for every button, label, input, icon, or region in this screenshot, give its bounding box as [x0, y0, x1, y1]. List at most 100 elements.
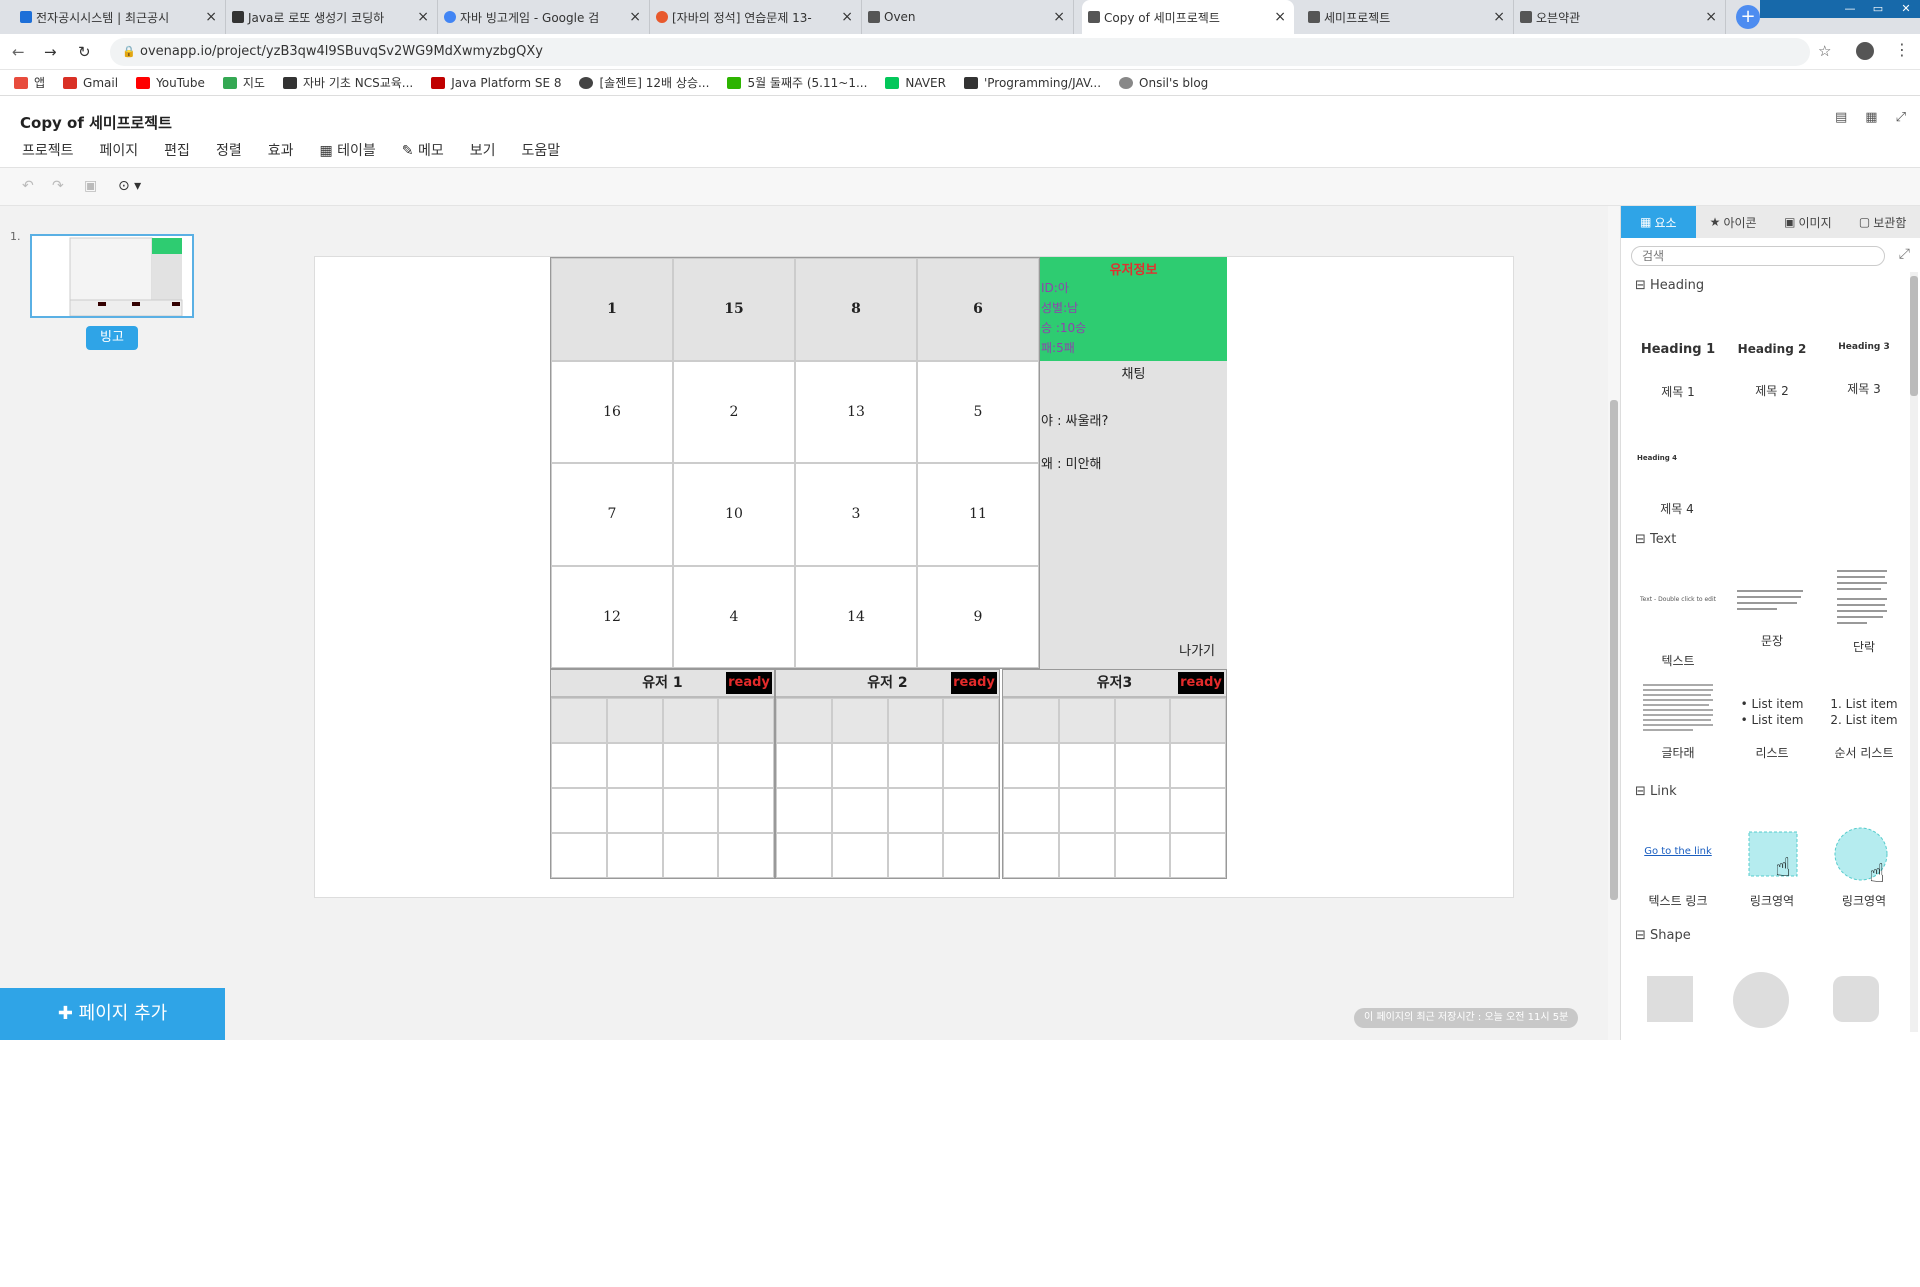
tab-images[interactable]: ▣ 이미지	[1771, 206, 1846, 238]
bookmark-item[interactable]: Java Platform SE 8	[431, 76, 561, 90]
bookmark-apps[interactable]: 앱	[14, 74, 45, 91]
bingo-cell[interactable]: 13	[795, 360, 917, 463]
link-area-item[interactable]: ☝ 링크영역	[1727, 826, 1817, 909]
close-icon[interactable]: ×	[1053, 9, 1065, 25]
exit-button[interactable]: 나가기	[1179, 640, 1215, 659]
circle-shape[interactable]	[1733, 972, 1789, 1028]
bookmark-youtube[interactable]: YouTube	[136, 76, 205, 90]
browser-tab[interactable]: 세미프로젝트 ×	[1302, 0, 1514, 34]
rectangle-shape[interactable]	[1647, 976, 1693, 1022]
url-input[interactable]: 🔒 ovenapp.io/project/yzB3qw4l9SBuvqSv2WG9…	[110, 38, 1810, 66]
ready-badge[interactable]: ready	[951, 672, 997, 694]
menu-memo[interactable]: ✎ 메모	[402, 140, 444, 160]
section-heading[interactable]: ⊟ Heading	[1635, 278, 1704, 293]
bingo-cell[interactable]: 3	[795, 463, 917, 566]
ordered-list-element[interactable]: 1. List item 2. List item 순서 리스트	[1819, 696, 1909, 761]
section-link[interactable]: ⊟ Link	[1635, 784, 1677, 799]
section-text[interactable]: ⊟ Text	[1635, 532, 1676, 547]
bookmark-item[interactable]: 5월 둘째주 (5.11~1...	[727, 74, 867, 91]
reload-icon[interactable]: ↻	[78, 43, 91, 61]
rounded-rectangle-shape[interactable]	[1833, 976, 1879, 1022]
browser-tab[interactable]: 오븐약관 ×	[1514, 0, 1726, 34]
browser-tab[interactable]: Java로 로또 생성기 코딩하 ×	[226, 0, 438, 34]
bookmark-item[interactable]: 자바 기초 NCS교육...	[282, 74, 413, 91]
heading-4-item[interactable]: Heading 4 제목 4	[1633, 454, 1723, 517]
bingo-cell[interactable]: 11	[917, 463, 1039, 566]
close-icon[interactable]: ×	[629, 9, 641, 25]
save-icon[interactable]: ▣	[84, 178, 97, 194]
close-icon[interactable]: ×	[1274, 9, 1286, 25]
page-thumbnail[interactable]	[30, 234, 194, 318]
menu-view[interactable]: 보기	[470, 140, 496, 160]
panel-search-input[interactable]: 검색	[1631, 246, 1885, 266]
tab-elements[interactable]: ▦ 요소	[1621, 206, 1696, 238]
browser-tab[interactable]: 전자공시시스템 | 최근공시 ×	[14, 0, 226, 34]
menu-align[interactable]: 정렬	[216, 140, 242, 160]
ready-badge[interactable]: ready	[1178, 672, 1224, 694]
textblock-item[interactable]: 글타래	[1633, 682, 1723, 761]
bingo-cell[interactable]: 14	[795, 565, 917, 668]
menu-project[interactable]: 프로젝트	[22, 140, 74, 160]
close-icon[interactable]: ×	[841, 9, 853, 25]
canvas-scrollbar[interactable]	[1608, 206, 1620, 1040]
grid-view-icon[interactable]: ▦	[1865, 110, 1877, 125]
bingo-cell[interactable]: 7	[551, 463, 673, 566]
list-item-element[interactable]: • List item • List item 리스트	[1727, 696, 1817, 761]
paragraph-item[interactable]: 단락	[1819, 568, 1909, 655]
new-tab-button[interactable]: +	[1736, 5, 1760, 29]
back-icon[interactable]: ←	[12, 43, 25, 61]
redo-icon[interactable]: ↷	[52, 178, 64, 194]
close-icon[interactable]: ×	[1493, 9, 1505, 25]
menu-table[interactable]: ▦ 테이블	[319, 140, 375, 160]
single-view-icon[interactable]: ▤	[1835, 110, 1847, 125]
tab-storage[interactable]: ▢ 보관함	[1845, 206, 1920, 238]
undo-icon[interactable]: ↶	[22, 178, 34, 194]
text-link-item[interactable]: Go to the link 텍스트 링크	[1633, 846, 1723, 909]
scrollbar-thumb[interactable]	[1910, 276, 1918, 396]
text-item[interactable]: Text - Double click to edit 텍스트	[1633, 596, 1723, 669]
bookmark-maps[interactable]: 지도	[222, 74, 265, 91]
expand-icon[interactable]: ⤢	[1899, 246, 1910, 262]
bingo-cell[interactable]: 9	[917, 565, 1039, 668]
bookmark-item[interactable]: Onsil's blog	[1119, 76, 1208, 90]
bingo-cell[interactable]: 12	[551, 565, 673, 668]
maximize-icon[interactable]: ▭	[1864, 0, 1892, 18]
account-icon[interactable]	[1856, 42, 1874, 60]
sentence-item[interactable]: 문장	[1727, 584, 1817, 649]
browser-menu-icon[interactable]: ⋮	[1894, 40, 1910, 59]
bingo-cell[interactable]: 15	[673, 258, 795, 361]
bingo-cell[interactable]: 5	[917, 360, 1039, 463]
heading-1-item[interactable]: Heading 1 제목 1	[1633, 342, 1723, 400]
link-circle-item[interactable]: ☝ 링크영역	[1819, 826, 1909, 909]
scrollbar-thumb[interactable]	[1610, 400, 1618, 900]
close-icon[interactable]: ×	[1705, 9, 1717, 25]
bookmark-item[interactable]: 'Programming/JAV...	[963, 76, 1101, 90]
fullscreen-icon[interactable]: ⤢	[1896, 110, 1906, 125]
close-icon[interactable]: ×	[205, 9, 217, 25]
forward-icon[interactable]: →	[44, 43, 57, 61]
ready-badge[interactable]: ready	[726, 672, 772, 694]
minimize-icon[interactable]: —	[1836, 0, 1864, 18]
bingo-cell[interactable]: 8	[795, 258, 917, 361]
menu-help[interactable]: 도움말	[522, 140, 561, 160]
menu-effect[interactable]: 효과	[268, 140, 294, 160]
bingo-cell[interactable]: 2	[673, 360, 795, 463]
bookmark-gmail[interactable]: Gmail	[63, 76, 118, 90]
tab-icons[interactable]: ★ 아이콘	[1696, 206, 1771, 238]
add-page-button[interactable]: ✚ 페이지 추가	[0, 988, 225, 1040]
bookmark-item[interactable]: [솔젠트] 12배 상승...	[579, 74, 709, 91]
page-label[interactable]: 빙고	[86, 326, 138, 350]
close-window-icon[interactable]: ✕	[1892, 0, 1920, 18]
design-page[interactable]: 1 15 8 6 16 2 13 5 7 10 3 11 12 4 14 9 유…	[314, 256, 1514, 898]
bookmark-star-icon[interactable]: ☆	[1818, 42, 1831, 60]
bingo-cell[interactable]: 16	[551, 360, 673, 463]
heading-3-item[interactable]: Heading 3 제목 3	[1819, 342, 1909, 397]
browser-tab-active[interactable]: Copy of 세미프로젝트 ×	[1082, 0, 1294, 34]
heading-2-item[interactable]: Heading 2 제목 2	[1727, 342, 1817, 399]
bingo-cell[interactable]: 10	[673, 463, 795, 566]
close-icon[interactable]: ×	[417, 9, 429, 25]
browser-tab[interactable]: [자바의 정석] 연습문제 13- ×	[650, 0, 862, 34]
browser-tab[interactable]: Oven ×	[862, 0, 1074, 34]
bingo-cell[interactable]: 6	[917, 258, 1039, 361]
menu-edit[interactable]: 편집	[164, 140, 190, 160]
